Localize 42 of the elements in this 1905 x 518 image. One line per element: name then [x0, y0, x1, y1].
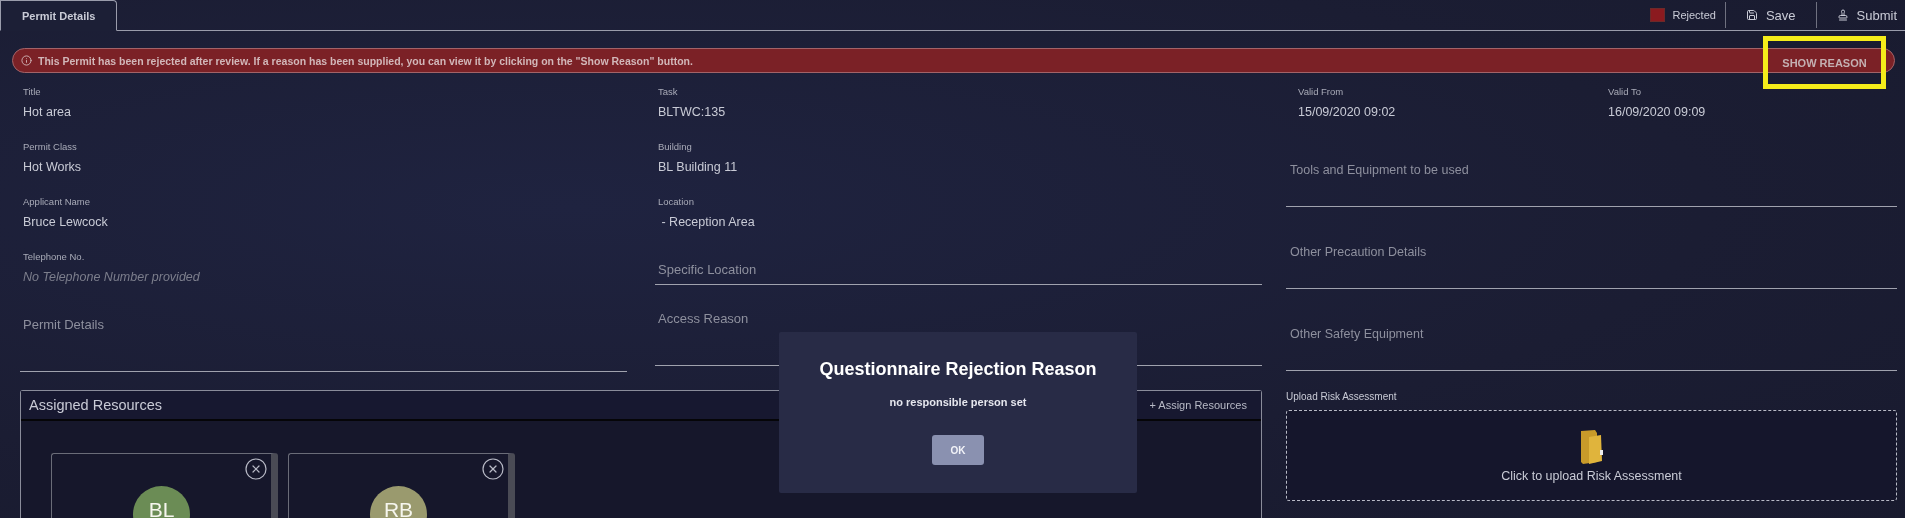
text-field[interactable]: Permit Details — [20, 301, 627, 372]
field-label: Location — [658, 196, 695, 207]
close-button[interactable] — [244, 457, 268, 481]
field-value: Hot area — [23, 105, 72, 119]
field-label: Valid From — [1298, 86, 1345, 97]
field-value: - Reception Area — [660, 215, 756, 229]
text-field[interactable]: Specific Location — [655, 257, 1262, 285]
show-reason-button[interactable]: SHOW REASON — [1778, 54, 1871, 71]
field-label: Valid To — [1608, 86, 1642, 97]
status-label: Rejected — [1672, 9, 1716, 21]
field-label: Task — [658, 86, 679, 97]
field-label: Permit Class — [23, 141, 78, 152]
dialog-message: no responsible person set — [889, 396, 1027, 408]
folder-icon — [1579, 428, 1604, 465]
assign-resources-link[interactable]: + Assign Resources — [1143, 398, 1253, 412]
field-value: BL Building 11 — [658, 160, 739, 174]
field-value: 15/09/2020 09:02 — [1298, 105, 1397, 119]
info-icon — [21, 55, 32, 66]
field-value: Bruce Lewcock — [23, 215, 109, 229]
field-label: Building — [658, 141, 693, 152]
field-label: Title — [23, 86, 42, 97]
field-value: No Telephone Number provided — [23, 270, 201, 284]
close-button[interactable] — [481, 457, 505, 481]
tab[interactable]: Permit Details — [0, 0, 118, 31]
field-value: 16/09/2020 09:09 — [1608, 105, 1707, 119]
banner-message: This Permit has been rejected after review. If a reason has been supplied, you can view it by clicking on the "Show Reason" button. — [38, 54, 694, 67]
field-value: BLTWC:135 — [658, 105, 727, 119]
panel-title: Assigned Resources — [29, 397, 162, 413]
upload-dropzone[interactable]: Click to upload Risk Assessment — [1286, 410, 1897, 501]
avatar: BL — [133, 486, 190, 518]
text-field[interactable]: Other Safety Equipment — [1286, 316, 1897, 371]
text-field[interactable]: Other Precaution Details — [1286, 234, 1897, 289]
save-icon — [1745, 9, 1758, 21]
field-label: Applicant Name — [23, 196, 92, 207]
avatar: RB — [370, 486, 427, 518]
save-button[interactable]: Save — [1724, 2, 1816, 28]
stamp-icon — [1836, 9, 1849, 21]
submit-button[interactable]: Submit — [1815, 2, 1905, 28]
field-value: Hot Works — [23, 160, 83, 174]
text-field[interactable]: Tools and Equipment to be used — [1286, 152, 1897, 207]
field-label: Telephone No. — [23, 251, 86, 262]
upload-label: Upload Risk Assessment — [1286, 391, 1398, 402]
